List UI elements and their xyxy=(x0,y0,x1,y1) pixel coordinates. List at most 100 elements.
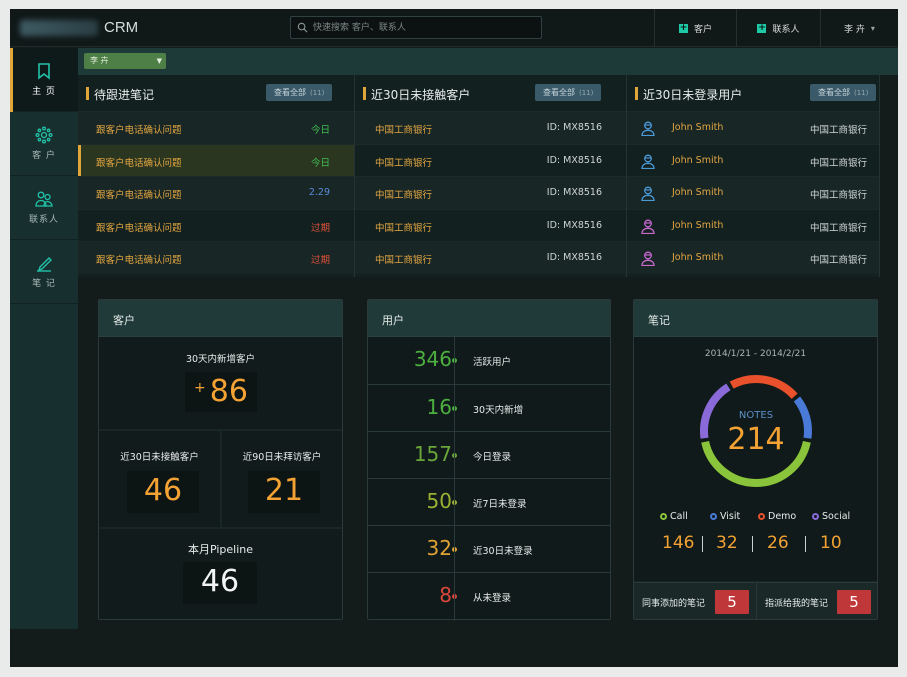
plus-icon: + xyxy=(757,22,767,33)
notes-counts: 146 32 26 10 xyxy=(634,533,877,557)
customer-row[interactable]: 中国工商银行 ID: MX8516 xyxy=(355,208,626,242)
unvisited-customers-stat[interactable]: 近90日未拜访客户 21 xyxy=(222,431,342,527)
user-company: 中国工商银行 xyxy=(809,255,867,266)
note-due: 今日 xyxy=(310,157,330,169)
panel-title: 近30日未接触客户 xyxy=(371,88,471,102)
pending-notes-panel: 待跟进笔记 查看全部 (11) 跟客户电话确认问题 今日 跟客户电话确认问题 今日 跟客户… xyxy=(78,75,355,277)
logo[interactable]: CRM xyxy=(20,17,138,36)
user-stat-label: 近30日未登录 xyxy=(473,546,533,557)
user-stat-row[interactable]: 157 今日登录 xyxy=(368,431,610,478)
user-name: 李 卉 xyxy=(844,24,865,35)
donut-segment-social xyxy=(700,383,731,439)
card-title: 客户 xyxy=(113,314,135,327)
customer-name: 中国工商银行 xyxy=(375,190,433,201)
legend-ring-icon xyxy=(710,513,717,520)
assigned-notes-stat[interactable]: 指派给我的笔记 5 xyxy=(756,582,877,619)
user-row[interactable]: John Smith 中国工商银行 xyxy=(627,241,879,274)
user-row[interactable]: John Smith 中国工商银行 xyxy=(627,143,879,177)
user-stat-value: 8 xyxy=(439,583,452,607)
note-due: 今日 xyxy=(310,125,330,136)
user-avatar-icon xyxy=(641,219,655,234)
notes-count-call: 146 xyxy=(662,533,695,553)
card-header: 用户 xyxy=(368,300,610,337)
bookmark-icon xyxy=(38,63,50,80)
legend-ring-icon xyxy=(660,513,667,520)
customer-row[interactable]: 中国工商银行 ID: MX8516 xyxy=(355,241,626,274)
card-title: 用户 xyxy=(382,314,404,327)
notes-donut-chart: NOTES 214 xyxy=(700,375,812,487)
divider xyxy=(454,337,455,621)
user-stat-label: 30天内新增 xyxy=(473,405,524,416)
donut-label: NOTES xyxy=(739,410,773,421)
divider xyxy=(805,536,806,552)
user-company: 中国工商银行 xyxy=(809,190,867,201)
sidebar-item-customers[interactable]: 客 户 xyxy=(10,112,78,176)
legend-ring-icon xyxy=(812,513,819,520)
customer-name: 中国工商银行 xyxy=(375,222,433,234)
user-stats-list: 346 活跃用户 16 30天内新增 157 今日登录 50 近7日未登录 32 近30日未登录 8… xyxy=(368,337,610,619)
add-contact-button[interactable]: + 联系人 xyxy=(736,9,820,47)
view-all-button[interactable]: 查看全部 (11) xyxy=(266,84,333,101)
note-row[interactable]: 跟客户电话确认问题 过期 xyxy=(78,208,354,242)
note-row[interactable]: 跟客户电话确认问题 过期 xyxy=(78,241,354,274)
colleague-notes-stat[interactable]: 同事添加的笔记 5 xyxy=(634,582,755,619)
note-due: 过期 xyxy=(310,255,330,266)
user-name: John Smith xyxy=(672,122,724,133)
search-box xyxy=(290,16,542,39)
user-row[interactable]: John Smith 中国工商银行 xyxy=(627,208,879,242)
customer-row[interactable]: 中国工商银行 ID: MX8516 xyxy=(355,111,626,144)
pipeline-value: 46 xyxy=(183,562,257,604)
view-all-button[interactable]: 查看全部 (11) xyxy=(810,84,877,101)
chevron-down-icon: ▼ xyxy=(156,57,162,65)
sidebar-item-home[interactable]: 主 页 xyxy=(10,48,78,112)
note-row[interactable]: 跟客户电话确认问题 2.29 xyxy=(78,176,354,209)
donut-segment-demo xyxy=(729,375,798,399)
accent-bar xyxy=(86,87,89,100)
customer-name: 中国工商银行 xyxy=(375,125,433,136)
uncontacted-value: 46 xyxy=(127,471,199,513)
view-all-button[interactable]: 查看全部 (11) xyxy=(535,84,602,101)
customer-id: ID: MX8516 xyxy=(546,219,602,231)
pipeline-stat[interactable]: 本月Pipeline 46 xyxy=(99,529,342,619)
app-window: CRM +客户 +联系人 李 卉▾ 主 页 客 户 联系人 xyxy=(10,9,898,667)
customers-icon xyxy=(35,126,53,144)
notes-summary: 2014/1/21 - 2014/2/21 NOTES 214 Call Visi… xyxy=(634,337,877,581)
user-stat-row[interactable]: 346 活跃用户 xyxy=(368,337,610,384)
user-stat-row[interactable]: 50 近7日未登录 xyxy=(368,478,610,525)
card-header: 笔记 xyxy=(634,300,877,337)
search-input[interactable] xyxy=(313,20,535,35)
legend-label: Visit xyxy=(720,511,741,522)
uncontacted-customers-stat[interactable]: 近30日未接触客户 46 xyxy=(99,431,220,527)
donut-total: 214 xyxy=(727,422,784,457)
sidebar-item-notes[interactable]: 笔 记 xyxy=(10,240,78,304)
user-menu[interactable]: 李 卉 ▾ xyxy=(820,9,898,47)
user-stat-value: 32 xyxy=(426,536,452,560)
customer-name: 中国工商银行 xyxy=(375,255,433,266)
chevron-down-icon: ▾ xyxy=(870,23,875,33)
user-stat-row[interactable]: 32 近30日未登录 xyxy=(368,525,610,572)
user-name: John Smith xyxy=(672,219,724,231)
note-row[interactable]: 跟客户电话确认问题 今日 xyxy=(78,143,354,176)
sidebar-item-contacts[interactable]: 联系人 xyxy=(10,176,78,240)
customer-row[interactable]: 中国工商银行 ID: MX8516 xyxy=(355,176,626,209)
user-row[interactable]: John Smith 中国工商银行 xyxy=(627,176,879,209)
owner-select[interactable]: 李 卉 ▼ xyxy=(84,53,166,69)
date-range: 2014/1/21 - 2014/2/21 xyxy=(704,349,807,359)
panel-header: 近30日未接触客户 查看全部 (11) xyxy=(355,75,626,111)
card-title: 笔记 xyxy=(648,314,670,327)
note-due: 过期 xyxy=(310,222,330,234)
user-stat-label: 活跃用户 xyxy=(473,357,512,368)
user-stat-row[interactable]: 16 30天内新增 xyxy=(368,384,610,431)
customer-row[interactable]: 中国工商银行 ID: MX8516 xyxy=(355,143,626,177)
user-stat-row[interactable]: 8 从未登录 xyxy=(368,572,610,619)
new-customers-stat[interactable]: 30天内新增客户 +86 xyxy=(99,337,342,429)
user-row[interactable]: John Smith 中国工商银行 xyxy=(627,111,879,144)
add-customer-button[interactable]: + 客户 xyxy=(654,9,736,47)
inactive-users-list: John Smith 中国工商银行 John Smith 中国工商银行 John Smi… xyxy=(627,111,879,274)
logo-mark xyxy=(20,19,98,36)
user-stat-value: 157 xyxy=(413,442,452,466)
contacts-icon xyxy=(35,191,53,207)
user-avatar-icon xyxy=(641,154,655,169)
note-row[interactable]: 跟客户电话确认问题 今日 xyxy=(78,111,354,144)
user-stat-label: 从未登录 xyxy=(473,593,512,604)
